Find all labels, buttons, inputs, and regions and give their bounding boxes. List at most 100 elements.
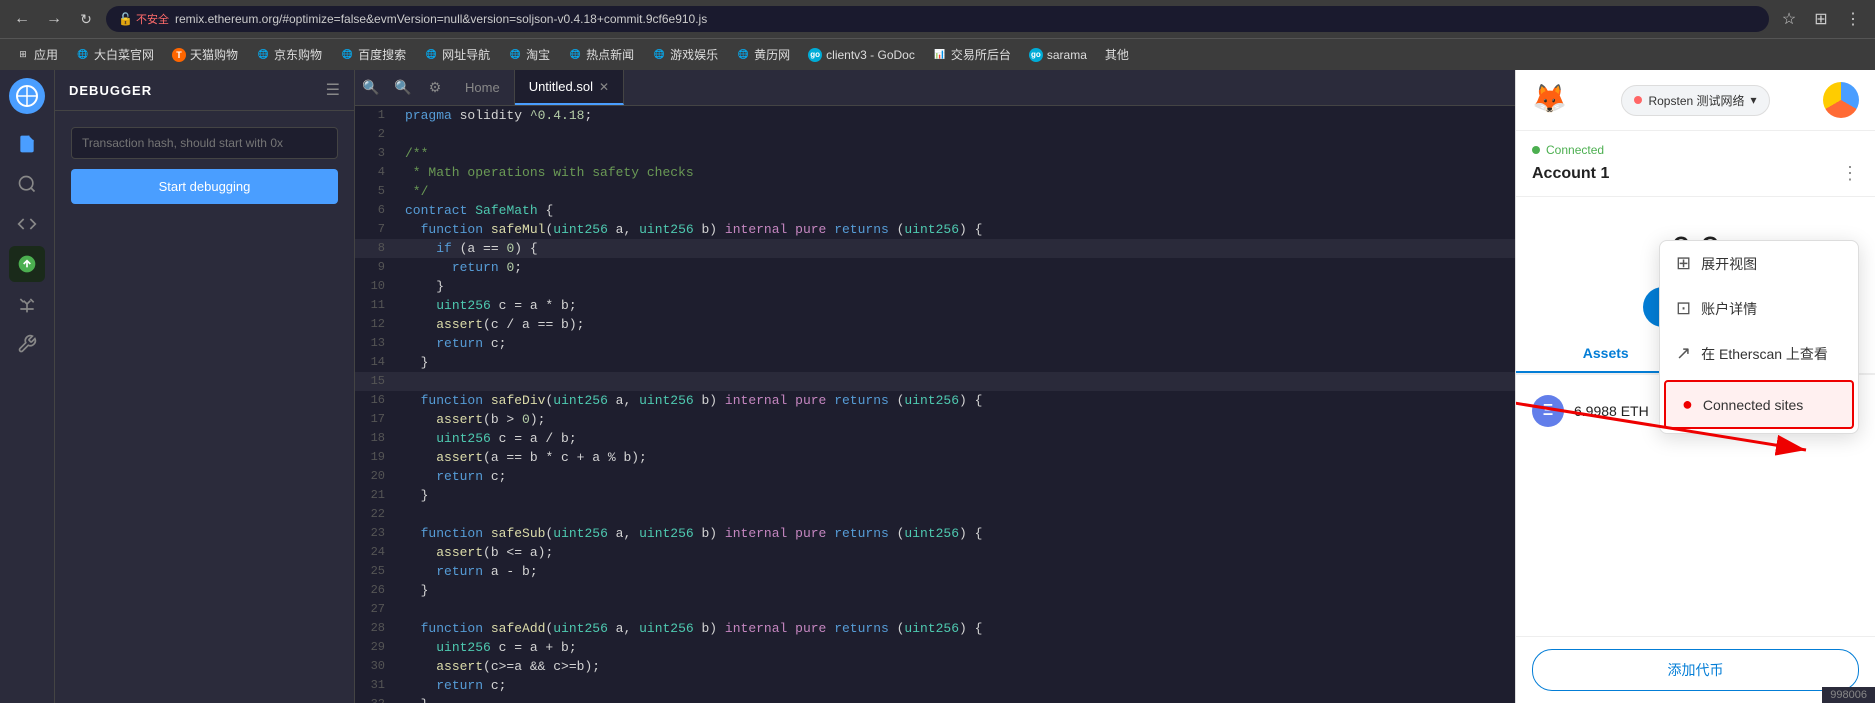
connected-row: Connected [1532,143,1859,157]
debugger-header: DEBUGGER ☰ [55,70,354,111]
browser-menu-button[interactable]: ⋮ [1839,5,1867,33]
mm-footer: 添加代币 [1516,636,1875,703]
main-content: DEBUGGER ☰ Start debugging 🔍 🔍 ⚙ Home Un… [0,70,1875,703]
lock-icon: 🔓 [118,12,133,26]
bookmark-games[interactable]: 🌐 游戏娱乐 [644,42,726,67]
dropdown-expand-view[interactable]: ⊞ 展开视图 [1660,241,1858,286]
bookmark-taobao[interactable]: 🌐 淘宝 [500,42,558,67]
code-line-14: 14 } [355,353,1515,372]
exchange-icon: 📊 [933,48,947,62]
mm-network-button[interactable]: Ropsten 测试网络 ▾ [1621,85,1769,116]
remix-sidebar [0,70,55,703]
dropdown-etherscan[interactable]: ↗ 在 Etherscan 上查看 [1660,331,1858,376]
bookmark-others[interactable]: 其他 [1097,42,1137,67]
code-line-19: 19 assert(a == b * c + a % b); [355,448,1515,467]
bookmark-exchange[interactable]: 📊 交易所后台 [925,42,1019,67]
bookmark-nav[interactable]: 🌐 网址导航 [416,42,498,67]
clientv3-icon: go [808,48,822,62]
editor-zoom-in[interactable]: 🔍 [355,72,387,104]
sidebar-icon-files[interactable] [9,126,45,162]
connected-dot [1532,146,1540,154]
back-button[interactable]: ← [8,5,36,33]
account-menu-button[interactable]: ⋮ [1841,163,1859,184]
code-line-17: 17 assert(b > 0); [355,410,1515,429]
code-line-18: 18 uint256 c = a / b; [355,429,1515,448]
sidebar-icon-wrench[interactable] [9,326,45,362]
sidebar-icon-compile[interactable] [9,206,45,242]
jd-icon: 🌐 [256,48,270,62]
code-line-4: 4 * Math operations with safety checks [355,163,1515,182]
tab-home[interactable]: Home [451,70,515,105]
nav-buttons: ← → ↻ [8,5,100,33]
eth-icon: Ξ [1532,395,1564,427]
code-area[interactable]: 1 pragma solidity ^0.4.18; 2 3 /** 4 * M… [355,106,1515,703]
debugger-menu-button[interactable]: ☰ [326,80,340,100]
games-icon: 🌐 [652,48,666,62]
account-dropdown: ⊞ 展开视图 ⊡ 账户详情 ↗ 在 Etherscan 上查看 ● Connec… [1659,240,1859,434]
dropdown-account-detail[interactable]: ⊡ 账户详情 [1660,286,1858,331]
sidebar-icon-debug[interactable] [9,286,45,322]
bookmark-apps-label: 应用 [34,46,58,63]
code-editor: 🔍 🔍 ⚙ Home Untitled.sol ✕ 1 pragma solid… [355,70,1515,703]
start-debug-button[interactable]: Start debugging [71,169,338,204]
etherscan-icon: ↗ [1676,343,1691,364]
status-bar-right: 998006 [1822,687,1875,703]
sarama-icon: go [1029,48,1043,62]
bookmark-jd-label: 京东购物 [274,46,322,63]
tab-home-label: Home [465,80,500,95]
metamask-panel: 🦊 Ropsten 测试网络 ▾ Connected Account 1 ⋮ ⊞ [1515,70,1875,703]
sidebar-icon-run[interactable] [9,246,45,282]
code-line-27: 27 [355,600,1515,619]
debugger-body: Start debugging [55,111,354,220]
network-status-dot [1634,96,1642,104]
bookmark-tianmao-label: 天猫购物 [190,46,238,63]
browser-chrome: ← → ↻ 🔓 不安全 remix.ethereum.org/#optimize… [0,0,1875,70]
bookmark-clientv3[interactable]: go clientv3 - GoDoc [800,44,923,66]
bookmark-sarama-label: sarama [1047,48,1087,62]
code-line-26: 26 } [355,581,1515,600]
dropdown-connected-sites[interactable]: ● Connected sites [1664,380,1854,429]
tab-close-icon[interactable]: ✕ [599,80,609,94]
chevron-down-icon: ▾ [1751,93,1757,107]
tab-file[interactable]: Untitled.sol ✕ [515,70,624,105]
code-line-1: 1 pragma solidity ^0.4.18; [355,106,1515,125]
nav-icon: 🌐 [424,48,438,62]
code-line-9: 9 return 0; [355,258,1515,277]
bookmark-jd[interactable]: 🌐 京东购物 [248,42,330,67]
asset-left: Ξ 6.9988 ETH [1532,395,1649,427]
tx-hash-input[interactable] [71,127,338,159]
bookmark-baicai[interactable]: 🌐 大白菜官网 [68,42,162,67]
network-label: Ropsten 测试网络 [1648,92,1744,109]
code-line-29: 29 uint256 c = a + b; [355,638,1515,657]
add-token-button[interactable]: 添加代币 [1532,649,1859,691]
bookmark-apps[interactable]: ⊞ 应用 [8,42,66,67]
bookmark-tianmao[interactable]: T 天猫购物 [164,42,246,67]
apps-icon: ⊞ [16,48,30,62]
bookmark-star-button[interactable]: ☆ [1775,5,1803,33]
bookmark-sarama[interactable]: go sarama [1021,44,1095,66]
editor-zoom-out[interactable]: 🔍 [387,72,419,104]
account-avatar [1823,82,1859,118]
insecure-badge: 🔓 不安全 [118,11,169,27]
baidu-icon: 🌐 [340,48,354,62]
address-bar[interactable]: 🔓 不安全 remix.ethereum.org/#optimize=false… [106,6,1769,32]
forward-button[interactable]: → [40,5,68,33]
code-line-2: 2 [355,125,1515,144]
bookmarks-bar: ⊞ 应用 🌐 大白菜官网 T 天猫购物 🌐 京东购物 🌐 百度搜索 🌐 网址导航… [0,38,1875,70]
code-line-6: 6 contract SafeMath { [355,201,1515,220]
bookmark-others-label: 其他 [1105,46,1129,63]
bookmark-news[interactable]: 🌐 热点新闻 [560,42,642,67]
editor-settings[interactable]: ⚙ [419,72,451,104]
code-line-30: 30 assert(c>=a && c>=b); [355,657,1515,676]
code-line-11: 11 uint256 c = a * b; [355,296,1515,315]
code-line-32: 32 } [355,695,1515,703]
debugger-panel: DEBUGGER ☰ Start debugging [55,70,355,703]
extensions-button[interactable]: ⊞ [1807,5,1835,33]
bookmark-baidu[interactable]: 🌐 百度搜索 [332,42,414,67]
code-line-8: 8 if (a == 0) { [355,239,1515,258]
sidebar-icon-search[interactable] [9,166,45,202]
refresh-button[interactable]: ↻ [72,5,100,33]
expand-view-label: 展开视图 [1701,254,1757,274]
taobao-icon: 🌐 [508,48,522,62]
bookmark-calendar[interactable]: 🌐 黄历网 [728,42,798,67]
